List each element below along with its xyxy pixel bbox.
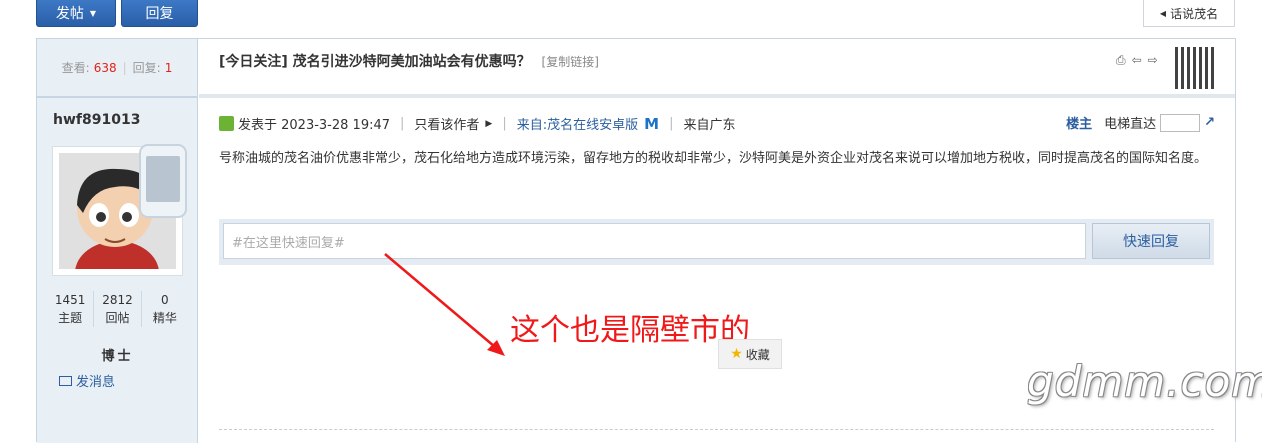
replies-count: 1 — [164, 60, 173, 75]
reply-button[interactable]: 回复 — [121, 0, 198, 27]
digest-label: 精华 — [152, 311, 177, 325]
online-status-icon — [219, 116, 234, 131]
favorite-button[interactable]: ★ 收藏 — [718, 339, 782, 369]
chevron-down-icon: ▼ — [89, 8, 97, 18]
jump-label: 电梯直达 — [1104, 117, 1157, 132]
new-post-label: 发帖 — [55, 6, 84, 22]
threads-value: 1451 — [54, 293, 86, 307]
only-author-link[interactable]: 只看该作者 — [414, 114, 479, 133]
source-region: 来自广东 — [683, 118, 736, 133]
new-post-button[interactable]: 发帖 ▼ — [36, 0, 116, 27]
floor-jump-input[interactable] — [1160, 113, 1201, 132]
next-thread-icon[interactable]: ⇨ — [1148, 53, 1158, 68]
send-message-link[interactable]: 发消息 — [59, 371, 115, 390]
top-toolbar: 发帖 ▼ 回复 ◀ 话说茂名 — [0, 0, 1262, 38]
copy-link-button[interactable]: [复制链接] — [542, 55, 599, 69]
star-icon: ★ — [730, 346, 743, 362]
quick-reply-input[interactable]: #在这里快速回复# — [223, 223, 1086, 259]
author-rank: 博士 — [101, 349, 134, 364]
posts-count[interactable]: 2812 回帖 — [94, 291, 142, 327]
favorite-label: 收藏 — [745, 347, 770, 362]
author-name[interactable]: hwf891013 — [53, 112, 140, 128]
replies-label: 回复: — [132, 61, 161, 75]
quick-reply-bar: #在这里快速回复# 快速回复 — [219, 219, 1214, 265]
threads-label: 主题 — [58, 311, 83, 325]
thread-stats: 查看: 638 | 回复: 1 — [37, 39, 197, 98]
back-to-forum-link[interactable]: ◀ 话说茂名 — [1143, 0, 1235, 27]
source-app-link[interactable]: 来自:茂名在线安卓版 — [517, 114, 638, 133]
meta-divider: | — [669, 116, 674, 131]
qr-code[interactable] — [1175, 47, 1217, 89]
annotation-text: 这个也是隔壁市的 — [510, 313, 750, 348]
print-icon[interactable]: ⎙ — [1116, 53, 1126, 68]
post-main: [今日关注] 茂名引进沙特阿美加油站会有优惠吗？ [复制链接] ⎙ ⇦ ⇨ 发表… — [199, 39, 1262, 443]
post-meta: 发表于 2023-3-28 19:47 | 只看该作者 ▶ | 来自:茂名在线安… — [219, 114, 735, 133]
previous-thread-icon[interactable]: ⇦ — [1132, 53, 1142, 68]
site-watermark: gdmm.com — [1027, 357, 1262, 406]
annotation-arrow — [384, 253, 505, 356]
views-count: 638 — [93, 60, 117, 75]
meta-divider: | — [400, 116, 405, 131]
floor-number[interactable]: 楼主 — [1066, 113, 1092, 132]
forum-link-label: 话说茂名 — [1170, 6, 1219, 21]
android-phone-icon — [139, 144, 187, 218]
digest-count[interactable]: 0 精华 — [142, 291, 188, 327]
envelope-icon — [59, 375, 72, 386]
digest-value: 0 — [161, 293, 169, 307]
meta-divider: | — [502, 116, 507, 131]
thread-frame: 查看: 638 | 回复: 1 hwf891013 1451 主题 2812 回… — [36, 38, 1262, 443]
caret-right-icon: ▶ — [485, 118, 493, 129]
app-logo-icon: M — [644, 114, 660, 133]
stats-divider: | — [122, 60, 127, 75]
post-content: 号称油城的茂名油价优惠非常少，茂石化给地方造成环境污染，留存地方的税收却非常少，… — [219, 151, 1208, 166]
author-sidebar: 查看: 638 | 回复: 1 hwf891013 1451 主题 2812 回… — [37, 39, 198, 443]
post-divider — [219, 429, 1214, 430]
floor-nav: 楼主 电梯直达 ↗ — [1066, 113, 1215, 132]
author-counts: 1451 主题 2812 回帖 0 精华 — [47, 291, 188, 327]
thread-tools: ⎙ ⇦ ⇨ — [1116, 53, 1158, 68]
views-label: 查看: — [61, 61, 90, 75]
go-arrow-icon[interactable]: ↗ — [1204, 115, 1215, 130]
thread-title: [今日关注] 茂名引进沙特阿美加油站会有优惠吗？ [复制链接] — [219, 51, 599, 71]
post-meta-bar: 发表于 2023-3-28 19:47 | 只看该作者 ▶ | 来自:茂名在线安… — [199, 101, 1235, 141]
send-message-label: 发消息 — [76, 375, 116, 390]
posts-value: 2812 — [102, 293, 133, 307]
thread-title-text: [今日关注] 茂名引进沙特阿美加油站会有优惠吗？ — [219, 54, 531, 70]
quick-reply-button[interactable]: 快速回复 — [1092, 223, 1210, 259]
threads-count[interactable]: 1451 主题 — [47, 291, 95, 327]
posts-label: 回帖 — [105, 311, 130, 325]
chevron-left-icon: ◀ — [1159, 8, 1167, 18]
thread-title-bar: [今日关注] 茂名引进沙特阿美加油站会有优惠吗？ [复制链接] ⎙ ⇦ ⇨ — [199, 39, 1235, 98]
posted-time: 发表于 2023-3-28 19:47 — [238, 118, 391, 133]
